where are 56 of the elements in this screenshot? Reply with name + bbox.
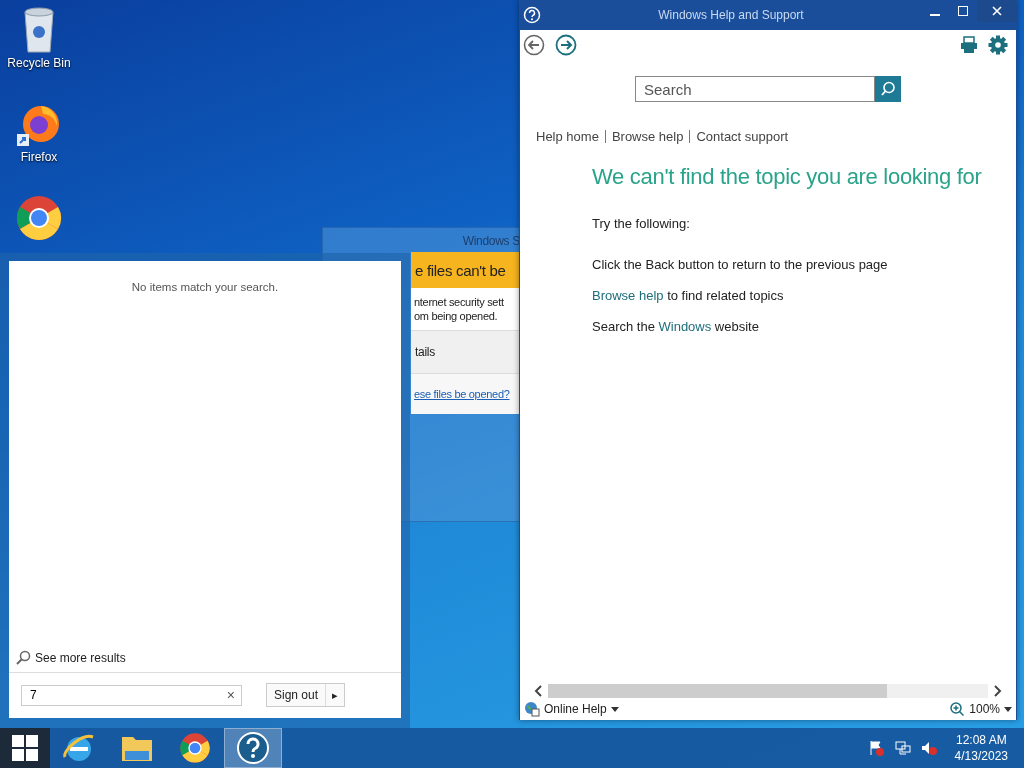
- print-icon[interactable]: [960, 36, 978, 54]
- scroll-left-icon[interactable]: [534, 685, 542, 697]
- nav-link[interactable]: Browse help: [611, 129, 684, 144]
- network-icon[interactable]: [894, 740, 911, 756]
- help-icon: [523, 6, 541, 24]
- back-icon[interactable]: [523, 34, 545, 56]
- search-icon: [15, 650, 31, 666]
- suggestion-text: Browse help to find related topics: [592, 288, 785, 303]
- clear-button[interactable]: ×: [226, 687, 235, 703]
- caret-icon: [610, 706, 619, 712]
- see-more-results-link[interactable]: See more results: [35, 651, 126, 665]
- details-row[interactable]: tails: [411, 330, 520, 374]
- page-heading: We can't find the topic you are looking for: [592, 164, 983, 190]
- empty-message: No items match your search.: [131, 281, 279, 293]
- chrome-icon: [179, 732, 211, 764]
- online-help-button[interactable]: Online Help: [524, 701, 619, 717]
- taskbar-app-button[interactable]: [224, 728, 282, 768]
- forward-icon[interactable]: [555, 34, 577, 56]
- muted-speaker-icon[interactable]: [920, 740, 937, 756]
- search-button[interactable]: [875, 76, 901, 102]
- window-title: Windows Help and Support: [657, 8, 805, 22]
- shutdown-options-button[interactable]: ▸: [326, 684, 345, 706]
- chrome-icon[interactable]: [15, 194, 63, 242]
- maximize-icon: [958, 6, 968, 16]
- start-button[interactable]: [0, 728, 50, 768]
- desktop-icon-label: Recycle Bin: [7, 56, 71, 70]
- globe-icon: [524, 701, 540, 717]
- search-field[interactable]: 7 ×: [21, 684, 242, 706]
- suggestion-text: Click the Back button to return to the previous page: [592, 257, 889, 272]
- search-field[interactable]: Search: [635, 76, 875, 102]
- desktop-icon-label: Firefox: [20, 150, 58, 164]
- message-text: om being opened.: [414, 310, 499, 322]
- caret-icon: [1004, 706, 1012, 712]
- nav-link[interactable]: Contact support: [696, 129, 789, 144]
- scrollbar-thumb[interactable]: [548, 684, 887, 698]
- warning-banner: e files can't be: [411, 252, 520, 288]
- suggestion-text: Search the Windows website: [592, 319, 760, 334]
- close-icon: [992, 6, 1002, 16]
- sign-out-button[interactable]: Sign out: [267, 684, 327, 706]
- search-icon: [880, 81, 896, 97]
- zoom-button[interactable]: 100%: [950, 701, 1012, 717]
- flag-icon[interactable]: [868, 740, 885, 756]
- scroll-right-icon[interactable]: [994, 685, 1002, 697]
- zoom-icon: [950, 701, 966, 717]
- nav-link[interactable]: Help home: [536, 129, 599, 144]
- settings-icon[interactable]: [988, 35, 1008, 55]
- window-title: Windows S: [462, 234, 520, 248]
- minimize-icon: [930, 14, 940, 16]
- help-link[interactable]: Windows: [658, 319, 712, 334]
- help-link[interactable]: Browse help: [592, 288, 664, 303]
- help-icon: [236, 731, 270, 765]
- windows-logo-icon: [12, 735, 38, 761]
- intro-text: Try the following:: [592, 216, 691, 231]
- message-text: nternet security sett: [414, 296, 505, 308]
- close-button[interactable]: [977, 0, 1017, 22]
- clock[interactable]: 12:08 AM 4/13/2023: [954, 732, 1008, 764]
